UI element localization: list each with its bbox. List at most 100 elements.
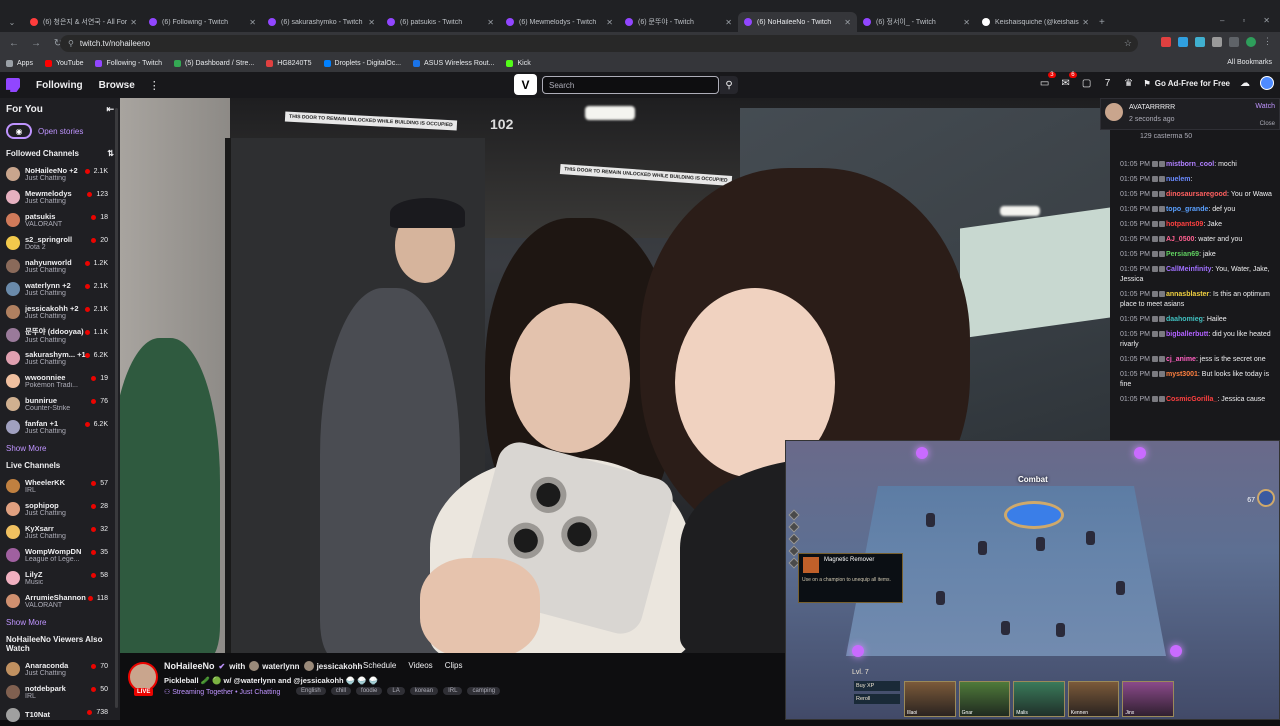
browser-tab[interactable]: (6) 청은지 & 서연국 - All For You✕ xyxy=(24,12,143,32)
chat-username[interactable]: CallMeinfinity xyxy=(1166,266,1212,273)
sidebar-channel[interactable]: WompWompDN League of Lege... 35 xyxy=(0,543,120,566)
chat-username[interactable]: Persian69 xyxy=(1166,251,1199,258)
whispers-icon[interactable]: ▢ xyxy=(1081,77,1093,89)
bookmark-item[interactable]: Apps xyxy=(6,60,33,67)
all-bookmarks[interactable]: All Bookmarks xyxy=(1227,59,1272,66)
chat-username[interactable]: myst3001 xyxy=(1166,371,1198,378)
trait-icon[interactable] xyxy=(788,533,800,545)
extension-icon[interactable] xyxy=(1161,36,1171,47)
sidebar-channel[interactable]: Mewmelodys Just Chatting 123 xyxy=(0,185,120,208)
chat-username[interactable]: daahomieg xyxy=(1166,316,1203,323)
chat-username[interactable]: nuelem xyxy=(1166,176,1191,183)
browser-tab[interactable]: (6) 문뚜야 - Twitch ✕ xyxy=(619,12,738,32)
trait-icon[interactable] xyxy=(788,521,800,533)
chat-username[interactable]: CosmicGorilla_ xyxy=(1166,396,1217,403)
extension-7tv-icon[interactable]: 7 xyxy=(1102,77,1114,89)
bookmark-item[interactable]: (5) Dashboard / Stre... xyxy=(174,60,254,67)
sidebar-channel[interactable]: fanfan +1 Just Chatting 6.2K xyxy=(0,415,120,438)
open-stories[interactable]: ◉ Open stories xyxy=(0,115,120,147)
sidebar-scrollbar[interactable] xyxy=(115,108,118,708)
tab-search-button[interactable]: ⌄ xyxy=(4,18,20,27)
sidebar-channel[interactable]: patsukis VALORANT 18 xyxy=(0,208,120,231)
show-more-live[interactable]: Show More xyxy=(0,612,120,633)
sidebar-channel[interactable]: nahyunworld Just Chatting 1.2K xyxy=(0,254,120,277)
cloud-icon[interactable]: ☁ xyxy=(1239,77,1251,89)
tab-close-icon[interactable]: ✕ xyxy=(606,18,613,27)
more-icon[interactable]: ⋮ xyxy=(149,79,160,92)
cohost-waterlynn[interactable]: waterlynn xyxy=(249,661,300,671)
tab-close-icon[interactable]: ✕ xyxy=(1082,18,1089,27)
browser-tab[interactable]: Keishaisquiche (@keishaisquiche)✕ xyxy=(976,12,1095,32)
chat-username[interactable]: AJ_0500 xyxy=(1166,236,1194,243)
show-more-followed[interactable]: Show More xyxy=(0,438,120,459)
stream-tag[interactable]: foodie xyxy=(356,687,383,695)
tab-close-icon[interactable]: ✕ xyxy=(249,18,256,27)
nav-browse[interactable]: Browse xyxy=(99,80,135,91)
extension-icon[interactable] xyxy=(1195,36,1205,47)
sidebar-channel[interactable]: T10Nat 738 xyxy=(0,703,120,726)
extension-icon[interactable] xyxy=(1178,36,1188,47)
profile-avatar[interactable] xyxy=(1246,36,1256,47)
sort-icon[interactable]: ⇅ xyxy=(107,149,114,158)
chat-username[interactable]: annasblaster xyxy=(1166,291,1209,298)
bookmark-item[interactable]: Kick xyxy=(506,60,531,67)
live-notification[interactable]: AVATARRRRR 2 seconds ago Watch Close xyxy=(1100,98,1280,130)
bookmark-item[interactable]: Droplets - DigitalOc... xyxy=(323,60,401,67)
crown-icon[interactable]: ♛ xyxy=(1123,77,1135,89)
sidebar-channel[interactable]: wwoonniee Pokémon Tradi... 19 xyxy=(0,369,120,392)
stream-tag[interactable]: LA xyxy=(387,687,405,695)
tab-close-icon[interactable]: ✕ xyxy=(487,18,494,27)
notifications-icon[interactable]: ▭ 3 xyxy=(1039,72,1056,89)
browser-tab[interactable]: (6) NoHaileeNo - Twitch ✕ xyxy=(738,12,857,32)
tab-close-icon[interactable]: ✕ xyxy=(844,18,851,27)
browser-tab[interactable]: (6) patsukis - Twitch ✕ xyxy=(381,12,500,32)
bookmark-item[interactable]: YouTube xyxy=(44,60,83,67)
sidebar-channel[interactable]: waterlynn +2 Just Chatting 2.1K xyxy=(0,277,120,300)
sidebar-channel[interactable]: 문뚜야 (ddooyaa) Just Chatting 1.1K xyxy=(0,323,120,346)
bookmark-item[interactable]: HG8240T5 xyxy=(266,60,312,67)
search-icon[interactable]: ⚲ xyxy=(720,76,738,94)
site-info-icon[interactable]: ⚲ xyxy=(68,39,74,48)
close-window-icon[interactable]: ✕ xyxy=(1263,16,1270,25)
tab-close-icon[interactable]: ✕ xyxy=(130,18,137,27)
sidebar-channel[interactable]: LilyZ Music 58 xyxy=(0,566,120,589)
clips-link[interactable]: Clips xyxy=(445,661,463,670)
nav-following[interactable]: Following xyxy=(36,80,83,91)
stream-tag[interactable]: korean xyxy=(409,687,439,695)
stream-tag[interactable]: IRL xyxy=(443,687,463,695)
back-icon[interactable]: ← xyxy=(6,38,22,49)
forward-icon[interactable]: → xyxy=(28,38,44,49)
twitch-logo-icon[interactable] xyxy=(6,78,20,92)
stream-tag[interactable]: camping xyxy=(467,687,501,695)
new-tab-button[interactable]: + xyxy=(1099,17,1105,28)
sidebar-channel[interactable]: bunnirue Counter-Strike 76 xyxy=(0,392,120,415)
ad-free-button[interactable]: ⚑ Go Ad-Free for Free xyxy=(1144,79,1230,88)
url-field[interactable]: ⚲ twitch.tv/nohaileeno ☆ xyxy=(60,35,1138,52)
sidebar-channel[interactable]: s2_springroll Dota 2 20 xyxy=(0,231,120,254)
user-avatar[interactable] xyxy=(1260,76,1274,90)
chat-username[interactable]: mistborn_cool xyxy=(1166,161,1214,168)
extensions-puzzle-icon[interactable] xyxy=(1229,36,1239,47)
bookmark-star-icon[interactable]: ☆ xyxy=(1124,38,1132,49)
vt-extension-icon[interactable]: V xyxy=(514,74,537,95)
tab-close-icon[interactable]: ✕ xyxy=(725,18,732,27)
tab-close-icon[interactable]: ✕ xyxy=(368,18,375,27)
streamer-name[interactable]: NoHaileeNo xyxy=(164,661,215,671)
browser-tab[interactable]: (6) 정서이_ - Twitch ✕ xyxy=(857,12,976,32)
browser-tab[interactable]: (6) Following - Twitch ✕ xyxy=(143,12,262,32)
chat-username[interactable]: topo_grande xyxy=(1166,206,1208,213)
chat-username[interactable]: bigballerbutt xyxy=(1166,331,1208,338)
bookmark-item[interactable]: Following - Twitch xyxy=(95,60,162,67)
sidebar-channel[interactable]: notdebpark IRL 50 xyxy=(0,680,120,703)
tab-close-icon[interactable]: ✕ xyxy=(963,18,970,27)
maximize-icon[interactable]: ▫ xyxy=(1242,16,1245,25)
browser-tab[interactable]: (6) Mewmelodys - Twitch ✕ xyxy=(500,12,619,32)
stream-tag[interactable]: chill xyxy=(330,687,352,695)
trait-icon[interactable] xyxy=(788,509,800,521)
schedule-link[interactable]: Schedule xyxy=(363,661,396,670)
bookmark-item[interactable]: ASUS Wireless Rout... xyxy=(413,60,494,67)
stream-tag[interactable]: English xyxy=(296,687,326,695)
sidebar-channel[interactable]: sakurashym... +1 Just Chatting 6.2K xyxy=(0,346,120,369)
sidebar-channel[interactable]: WheelerKK IRL 57 xyxy=(0,474,120,497)
sidebar-channel[interactable]: KyXsarr Just Chatting 32 xyxy=(0,520,120,543)
